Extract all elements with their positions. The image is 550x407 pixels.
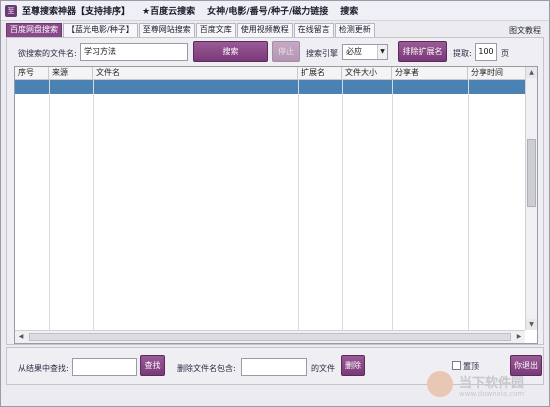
filename-label: 欲搜索的文件名: [18,49,77,58]
search-input[interactable]: 学习方法 [80,43,188,61]
results-table[interactable]: 序号 来源 文件名 扩展名 文件大小 分享者 分享时间 ▲ ▼ ◀ ▶ [14,66,538,344]
column-header-extension[interactable]: 扩展名 [298,67,342,80]
engine-select[interactable]: 必应 ▼ [342,44,388,60]
vertical-scrollbar[interactable]: ▲ ▼ [525,67,537,330]
menu-item-baidu-cloud[interactable]: ★百度云搜索 [142,4,195,17]
menu-item-search[interactable]: 搜索 [340,4,358,17]
column-divider [342,80,343,330]
table-header: 序号 来源 文件名 扩展名 文件大小 分享者 分享时间 [15,67,525,80]
scroll-left-icon[interactable]: ◀ [15,331,27,343]
horizontal-scroll-thumb[interactable] [29,333,511,341]
horizontal-scrollbar[interactable]: ◀ ▶ [15,330,525,343]
app-logo-icon: 至 [5,4,17,17]
find-in-results-label: 从结果中查找: [18,364,69,373]
app-window: 至 至尊搜索神器【支持排序】 ★百度云搜索 女神/电影/番号/种子/磁力链接 搜… [0,0,550,407]
tab-video-tutorial[interactable]: 使用视频教程 [236,23,293,37]
menu-item-categories[interactable]: 女神/电影/番号/种子/磁力链接 [207,4,328,17]
column-header-index[interactable]: 序号 [15,67,49,80]
scroll-down-icon[interactable]: ▼ [526,319,537,330]
stop-button[interactable]: 停止 [272,41,300,62]
exclude-extension-button[interactable]: 排除扩展名 [398,41,447,62]
watermark: 当下软件园 www.downxia.com [425,370,545,402]
column-divider [298,80,299,330]
selected-table-row[interactable] [15,80,525,94]
tab-baidu-wenku[interactable]: 百度文库 [195,23,236,37]
page-unit-label: 页 [501,49,509,58]
column-divider [93,80,94,330]
vertical-scroll-thumb[interactable] [527,139,536,207]
column-divider [392,80,393,330]
scroll-right-icon[interactable]: ▶ [513,331,525,343]
delete-button[interactable]: 删除 [341,355,365,376]
find-button[interactable]: 查找 [140,355,165,376]
watermark-url: www.downxia.com [459,390,525,398]
column-header-source[interactable]: 来源 [49,67,93,80]
column-header-filesize[interactable]: 文件大小 [342,67,392,80]
menu-bar: 至 至尊搜索神器【支持排序】 ★百度云搜索 女神/电影/番号/种子/磁力链接 搜… [1,1,549,21]
extract-label: 提取: [453,49,472,58]
column-divider [468,80,469,330]
tab-baidu-pan[interactable]: 百度网盘搜索 [6,23,62,37]
pin-on-top-checkbox[interactable] [452,361,461,370]
tab-online-message[interactable]: 在线留言 [293,23,334,37]
extract-pages-input[interactable]: 100 [475,43,497,61]
delete-filter-input[interactable] [241,358,307,376]
engine-label: 搜索引擎 [306,49,338,58]
column-header-filename[interactable]: 文件名 [93,67,298,80]
tab-strip: 百度网盘搜索 【蓝光电影/种子】 至尊网站搜索 百度文库 使用视频教程 在线留言… [6,23,376,37]
tab-site-search[interactable]: 至尊网站搜索 [138,23,195,37]
column-divider [49,80,50,330]
scroll-up-icon[interactable]: ▲ [526,67,537,78]
chevron-down-icon: ▼ [377,45,387,59]
menu-item-app[interactable]: 至尊搜索神器【支持排序】 [22,4,130,17]
find-in-results-input[interactable] [72,358,137,376]
files-suffix-label: 的文件 [311,364,335,373]
watermark-logo-icon [427,371,453,397]
search-button[interactable]: 搜索 [193,41,268,62]
column-header-sharer[interactable]: 分享者 [392,67,468,80]
tab-check-update[interactable]: 检测更新 [334,23,375,37]
watermark-text: 当下软件园 [459,376,525,391]
delete-filter-label: 删除文件名包含: [177,364,236,373]
engine-select-value: 必应 [346,47,362,56]
help-tutorial-link[interactable]: 图文教程 [509,25,541,36]
tab-bluray-movies[interactable]: 【蓝光电影/种子】 [63,23,138,37]
column-header-share-time[interactable]: 分享时间 [468,67,525,80]
